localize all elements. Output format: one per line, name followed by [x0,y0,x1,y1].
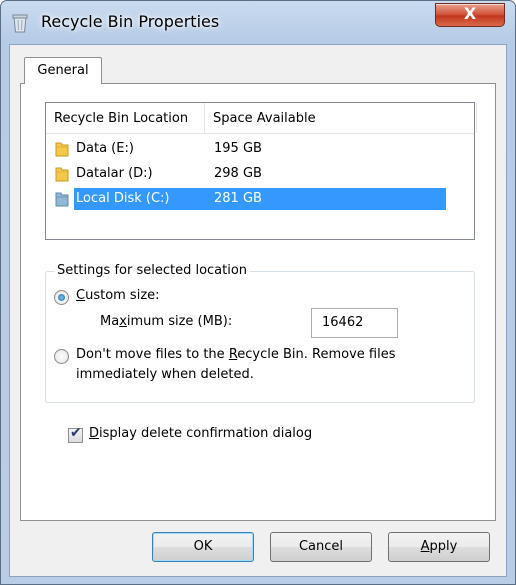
space-available: 195 GB [214,141,262,156]
space-available: 281 GB [214,191,262,206]
radio-selected-dot [58,294,65,301]
ok-button[interactable]: OK [152,532,254,562]
cancel-button[interactable]: Cancel [270,532,372,562]
list-item-selected[interactable]: Local Disk (C:) 281 GB [55,188,446,210]
space-available: 298 GB [214,166,262,181]
column-header-location[interactable]: Recycle Bin Location [46,103,205,133]
recycle-bin-icon [12,14,28,33]
no-recycle-radio[interactable] [54,349,69,364]
folder-icon [55,167,69,182]
location-name: Data (E:) [76,141,134,156]
dialog-client-area: General Recycle Bin Location Space Avail… [9,44,507,577]
checkmark-icon: ✔ [70,425,82,441]
display-confirmation-checkbox[interactable]: ✔ [68,425,83,443]
settings-groupbox: Settings for selected location Custom si… [45,263,475,403]
custom-size-radio[interactable] [54,290,69,305]
recycle-bin-location-list[interactable]: Recycle Bin Location Space Available Dat… [45,102,477,240]
column-header-space[interactable]: Space Available [205,103,477,133]
settings-group-label: Settings for selected location [54,263,251,278]
properties-window: Recycle Bin Properties X General Recycle… [0,0,516,585]
apply-button[interactable]: Apply [388,532,490,562]
folder-icon [55,192,69,207]
location-name: Datalar (D:) [76,166,153,181]
folder-icon [55,142,69,157]
display-confirmation-label[interactable]: Display delete confirmation dialog [89,426,312,441]
list-item[interactable]: Data (E:) 195 GB [46,138,446,160]
maximum-size-label: Maximum size (MB): [100,314,233,329]
title-bar[interactable]: Recycle Bin Properties X [1,1,515,45]
custom-size-label[interactable]: Custom size: [76,288,160,303]
general-tab-panel: Recycle Bin Location Space Available Dat… [20,83,496,521]
list-item[interactable]: Datalar (D:) 298 GB [46,163,446,185]
close-button[interactable]: X [435,3,505,27]
location-name: Local Disk (C:) [76,191,170,206]
window-title: Recycle Bin Properties [41,12,220,31]
list-header: Recycle Bin Location Space Available [46,103,477,134]
no-recycle-label-line2[interactable]: immediately when deleted. [76,367,254,382]
tab-general[interactable]: General [24,57,102,84]
no-recycle-label-line1[interactable]: Don't move files to the Recycle Bin. Rem… [76,347,396,362]
maximum-size-input[interactable]: 16462 [311,308,398,338]
